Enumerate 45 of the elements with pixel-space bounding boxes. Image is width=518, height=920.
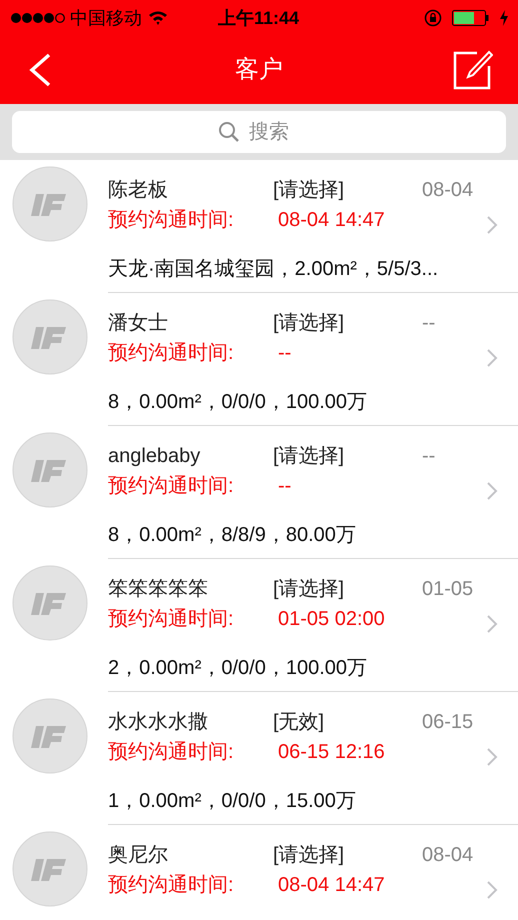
customer-row[interactable]: 笨笨笨笨笨 [请选择] 01-05 预约沟通时间: 01-05 02:00 2，0.00m²，0/0/0，100.00万	[0, 559, 518, 692]
clock-label: 上午11:44	[218, 6, 300, 30]
customer-row[interactable]: 奥尼尔 [请选择] 08-04 预约沟通时间: 08-04 14:47	[0, 825, 518, 920]
search-field[interactable]: 搜索	[12, 111, 506, 153]
date-label: 08-04	[422, 178, 474, 203]
customer-details: 2，0.00m²，0/0/0，100.00万	[108, 656, 368, 681]
customer-name: anglebaby	[108, 444, 202, 469]
appointment-time: 08-04 14:47	[278, 208, 385, 233]
appointment-label: 预约沟通时间:	[108, 607, 235, 632]
customer-details: 天龙·南国名城玺园，2.00m²，5/5/3...	[108, 257, 440, 282]
carrier-label: 中国移动	[70, 6, 142, 30]
date-label: 01-05	[422, 577, 474, 602]
status-label: [请选择]	[273, 444, 346, 469]
appointment-label: 预约沟通时间:	[108, 740, 235, 765]
customer-details: 8，0.00m²，8/8/9，80.00万	[108, 523, 357, 548]
status-label: [请选择]	[273, 311, 346, 336]
customer-name: 笨笨笨笨笨	[108, 577, 209, 602]
customer-name: 潘女士	[108, 311, 169, 336]
appointment-time: 06-15 12:16	[278, 740, 385, 765]
date-label: 06-15	[422, 710, 474, 735]
customer-name: 奥尼尔	[108, 843, 169, 868]
customer-row[interactable]: 潘女士 [请选择] -- 预约沟通时间: -- 8，0.00m²，0/0/0，100.00万	[0, 293, 518, 426]
customer-details: 8，0.00m²，0/0/0，100.00万	[108, 390, 368, 415]
date-label: --	[422, 311, 436, 336]
page-title: 客户	[235, 55, 283, 85]
customer-row[interactable]: anglebaby [请选择] -- 预约沟通时间: -- 8，0.00m²，8/8/9，80.00万	[0, 426, 518, 559]
customer-row[interactable]: 水水水水撒 [无效] 06-15 预约沟通时间: 06-15 12:16 1，0.00m²，0/0/0，15.00万	[0, 692, 518, 825]
appointment-time: 01-05 02:00	[278, 607, 385, 632]
appointment-label: 预约沟通时间:	[108, 873, 235, 898]
customer-name: 水水水水撒	[108, 710, 209, 735]
appointment-time: --	[278, 474, 292, 499]
date-label: --	[422, 444, 436, 469]
appointment-time: 08-04 14:47	[278, 873, 385, 898]
appointment-label: 预约沟通时间:	[108, 341, 235, 366]
date-label: 08-04	[422, 843, 474, 868]
customer-details: 1，0.00m²，0/0/0，15.00万	[108, 789, 357, 814]
appointment-label: 预约沟通时间:	[108, 474, 235, 499]
status-label: [请选择]	[273, 178, 346, 203]
status-label: [无效]	[273, 710, 326, 735]
customer-row[interactable]: 陈老板 [请选择] 08-04 预约沟通时间: 08-04 14:47 天龙·南国名城玺园，2.00m²，5/5/3...	[0, 160, 518, 293]
customer-name: 陈老板	[108, 178, 169, 203]
status-label: [请选择]	[273, 843, 346, 868]
appointment-time: --	[278, 341, 292, 366]
appointment-label: 预约沟通时间:	[108, 208, 235, 233]
status-label: [请选择]	[273, 577, 346, 602]
